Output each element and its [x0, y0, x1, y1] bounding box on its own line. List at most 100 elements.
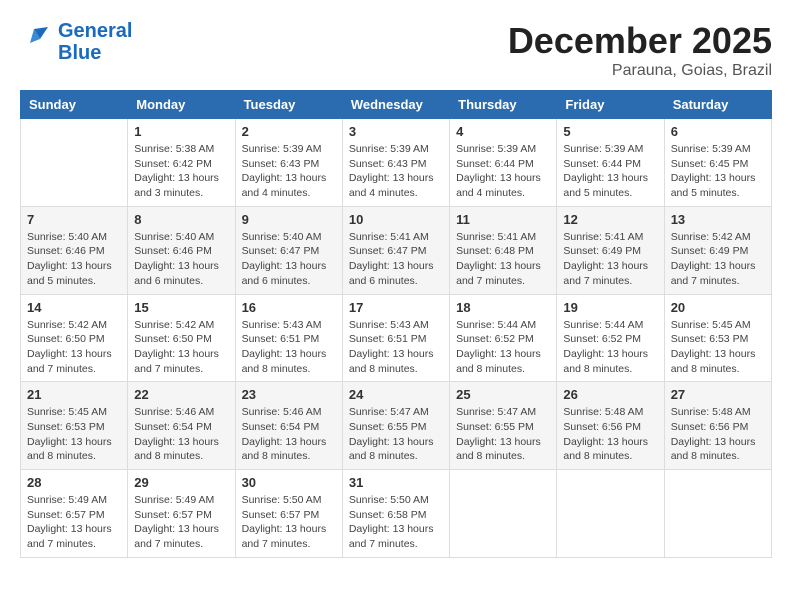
day-info: Sunrise: 5:39 AMSunset: 6:44 PMDaylight:… [456, 142, 550, 201]
day-info: Sunrise: 5:47 AMSunset: 6:55 PMDaylight:… [349, 405, 443, 464]
table-row: 12 Sunrise: 5:41 AMSunset: 6:49 PMDayligh… [557, 206, 664, 294]
table-row: 4 Sunrise: 5:39 AMSunset: 6:44 PMDaylight… [450, 119, 557, 207]
day-number: 23 [242, 387, 336, 402]
table-row: 25 Sunrise: 5:47 AMSunset: 6:55 PMDayligh… [450, 382, 557, 470]
day-number: 17 [349, 300, 443, 315]
day-info: Sunrise: 5:42 AMSunset: 6:50 PMDaylight:… [134, 318, 228, 377]
day-number: 5 [563, 124, 657, 139]
table-row: 11 Sunrise: 5:41 AMSunset: 6:48 PMDayligh… [450, 206, 557, 294]
table-row: 1 Sunrise: 5:38 AMSunset: 6:42 PMDaylight… [128, 119, 235, 207]
table-row [557, 470, 664, 558]
logo: General Blue [20, 20, 132, 64]
day-info: Sunrise: 5:45 AMSunset: 6:53 PMDaylight:… [671, 318, 765, 377]
day-info: Sunrise: 5:50 AMSunset: 6:57 PMDaylight:… [242, 493, 336, 552]
table-row: 3Sunrise: 5:39 AMSunset: 6:43 PMDaylight… [342, 119, 449, 207]
day-number: 27 [671, 387, 765, 402]
day-number: 7 [27, 212, 121, 227]
day-info: Sunrise: 5:45 AMSunset: 6:53 PMDaylight:… [27, 405, 121, 464]
logo-line2: Blue [58, 42, 132, 64]
table-row: 27 Sunrise: 5:48 AMSunset: 6:56 PMDayligh… [664, 382, 771, 470]
day-number: 30 [242, 475, 336, 490]
day-number: 16 [242, 300, 336, 315]
day-number: 12 [563, 212, 657, 227]
day-info: Sunrise: 5:39 AMSunset: 6:45 PMDaylight:… [671, 142, 765, 201]
day-number: 13 [671, 212, 765, 227]
day-number: 3 [349, 124, 443, 139]
table-row: 16 Sunrise: 5:43 AMSunset: 6:51 PMDayligh… [235, 294, 342, 382]
day-info: Sunrise: 5:49 AMSunset: 6:57 PMDaylight:… [134, 493, 228, 552]
day-number: 18 [456, 300, 550, 315]
table-row: 18 Sunrise: 5:44 AMSunset: 6:52 PMDayligh… [450, 294, 557, 382]
day-number: 19 [563, 300, 657, 315]
day-number: 4 [456, 124, 550, 139]
table-row [450, 470, 557, 558]
day-number: 28 [27, 475, 121, 490]
location-subtitle: Parauna, Goias, Brazil [508, 62, 772, 80]
day-info: Sunrise: 5:43 AMSunset: 6:51 PMDaylight:… [242, 318, 336, 377]
day-number: 25 [456, 387, 550, 402]
month-title: December 2025 [508, 20, 772, 62]
col-wednesday: Wednesday [342, 91, 449, 119]
table-row: 22 Sunrise: 5:46 AMSunset: 6:54 PMDayligh… [128, 382, 235, 470]
col-tuesday: Tuesday [235, 91, 342, 119]
col-thursday: Thursday [450, 91, 557, 119]
day-number: 11 [456, 212, 550, 227]
day-info: Sunrise: 5:49 AMSunset: 6:57 PMDaylight:… [27, 493, 121, 552]
table-row: 6Sunrise: 5:39 AMSunset: 6:45 PMDaylight… [664, 119, 771, 207]
table-row: 24Sunrise: 5:47 AMSunset: 6:55 PMDayligh… [342, 382, 449, 470]
day-info: Sunrise: 5:39 AMSunset: 6:44 PMDaylight:… [563, 142, 657, 201]
day-info: Sunrise: 5:40 AMSunset: 6:46 PMDaylight:… [134, 230, 228, 289]
day-number: 2 [242, 124, 336, 139]
calendar-week-row: 28 Sunrise: 5:49 AMSunset: 6:57 PMDayligh… [21, 470, 772, 558]
table-row [21, 119, 128, 207]
table-row [664, 470, 771, 558]
day-info: Sunrise: 5:41 AMSunset: 6:49 PMDaylight:… [563, 230, 657, 289]
day-number: 8 [134, 212, 228, 227]
day-number: 20 [671, 300, 765, 315]
table-row: 14 Sunrise: 5:42 AMSunset: 6:50 PMDayligh… [21, 294, 128, 382]
table-row: 13 Sunrise: 5:42 AMSunset: 6:49 PMDayligh… [664, 206, 771, 294]
calendar-table: Sunday Monday Tuesday Wednesday Thursday… [20, 90, 772, 558]
day-number: 31 [349, 475, 443, 490]
table-row: 26Sunrise: 5:48 AMSunset: 6:56 PMDayligh… [557, 382, 664, 470]
table-row: 23 Sunrise: 5:46 AMSunset: 6:54 PMDayligh… [235, 382, 342, 470]
day-info: Sunrise: 5:46 AMSunset: 6:54 PMDaylight:… [134, 405, 228, 464]
table-row: 10Sunrise: 5:41 AMSunset: 6:47 PMDayligh… [342, 206, 449, 294]
col-sunday: Sunday [21, 91, 128, 119]
day-info: Sunrise: 5:42 AMSunset: 6:49 PMDaylight:… [671, 230, 765, 289]
logo-bird-icon [20, 21, 58, 64]
day-info: Sunrise: 5:47 AMSunset: 6:55 PMDaylight:… [456, 405, 550, 464]
col-saturday: Saturday [664, 91, 771, 119]
table-row: 31Sunrise: 5:50 AMSunset: 6:58 PMDayligh… [342, 470, 449, 558]
day-info: Sunrise: 5:40 AMSunset: 6:46 PMDaylight:… [27, 230, 121, 289]
day-info: Sunrise: 5:48 AMSunset: 6:56 PMDaylight:… [671, 405, 765, 464]
table-row: 20 Sunrise: 5:45 AMSunset: 6:53 PMDayligh… [664, 294, 771, 382]
table-row: 9Sunrise: 5:40 AMSunset: 6:47 PMDaylight… [235, 206, 342, 294]
table-row: 17 Sunrise: 5:43 AMSunset: 6:51 PMDayligh… [342, 294, 449, 382]
table-row: 8 Sunrise: 5:40 AMSunset: 6:46 PMDaylight… [128, 206, 235, 294]
day-number: 26 [563, 387, 657, 402]
col-monday: Monday [128, 91, 235, 119]
day-info: Sunrise: 5:43 AMSunset: 6:51 PMDaylight:… [349, 318, 443, 377]
table-row: 15Sunrise: 5:42 AMSunset: 6:50 PMDayligh… [128, 294, 235, 382]
table-row: 5 Sunrise: 5:39 AMSunset: 6:44 PMDaylight… [557, 119, 664, 207]
day-info: Sunrise: 5:38 AMSunset: 6:42 PMDaylight:… [134, 142, 228, 201]
calendar-week-row: 21 Sunrise: 5:45 AMSunset: 6:53 PMDayligh… [21, 382, 772, 470]
calendar-header-row: Sunday Monday Tuesday Wednesday Thursday… [21, 91, 772, 119]
day-number: 14 [27, 300, 121, 315]
day-info: Sunrise: 5:41 AMSunset: 6:48 PMDaylight:… [456, 230, 550, 289]
logo-text: General Blue [58, 20, 132, 64]
day-number: 1 [134, 124, 228, 139]
calendar-week-row: 1 Sunrise: 5:38 AMSunset: 6:42 PMDaylight… [21, 119, 772, 207]
day-info: Sunrise: 5:46 AMSunset: 6:54 PMDaylight:… [242, 405, 336, 464]
table-row: 29Sunrise: 5:49 AMSunset: 6:57 PMDayligh… [128, 470, 235, 558]
day-info: Sunrise: 5:44 AMSunset: 6:52 PMDaylight:… [456, 318, 550, 377]
day-info: Sunrise: 5:42 AMSunset: 6:50 PMDaylight:… [27, 318, 121, 377]
logo-line1: General [58, 20, 132, 42]
col-friday: Friday [557, 91, 664, 119]
day-info: Sunrise: 5:44 AMSunset: 6:52 PMDaylight:… [563, 318, 657, 377]
table-row: 21 Sunrise: 5:45 AMSunset: 6:53 PMDayligh… [21, 382, 128, 470]
day-info: Sunrise: 5:41 AMSunset: 6:47 PMDaylight:… [349, 230, 443, 289]
day-number: 22 [134, 387, 228, 402]
day-number: 21 [27, 387, 121, 402]
